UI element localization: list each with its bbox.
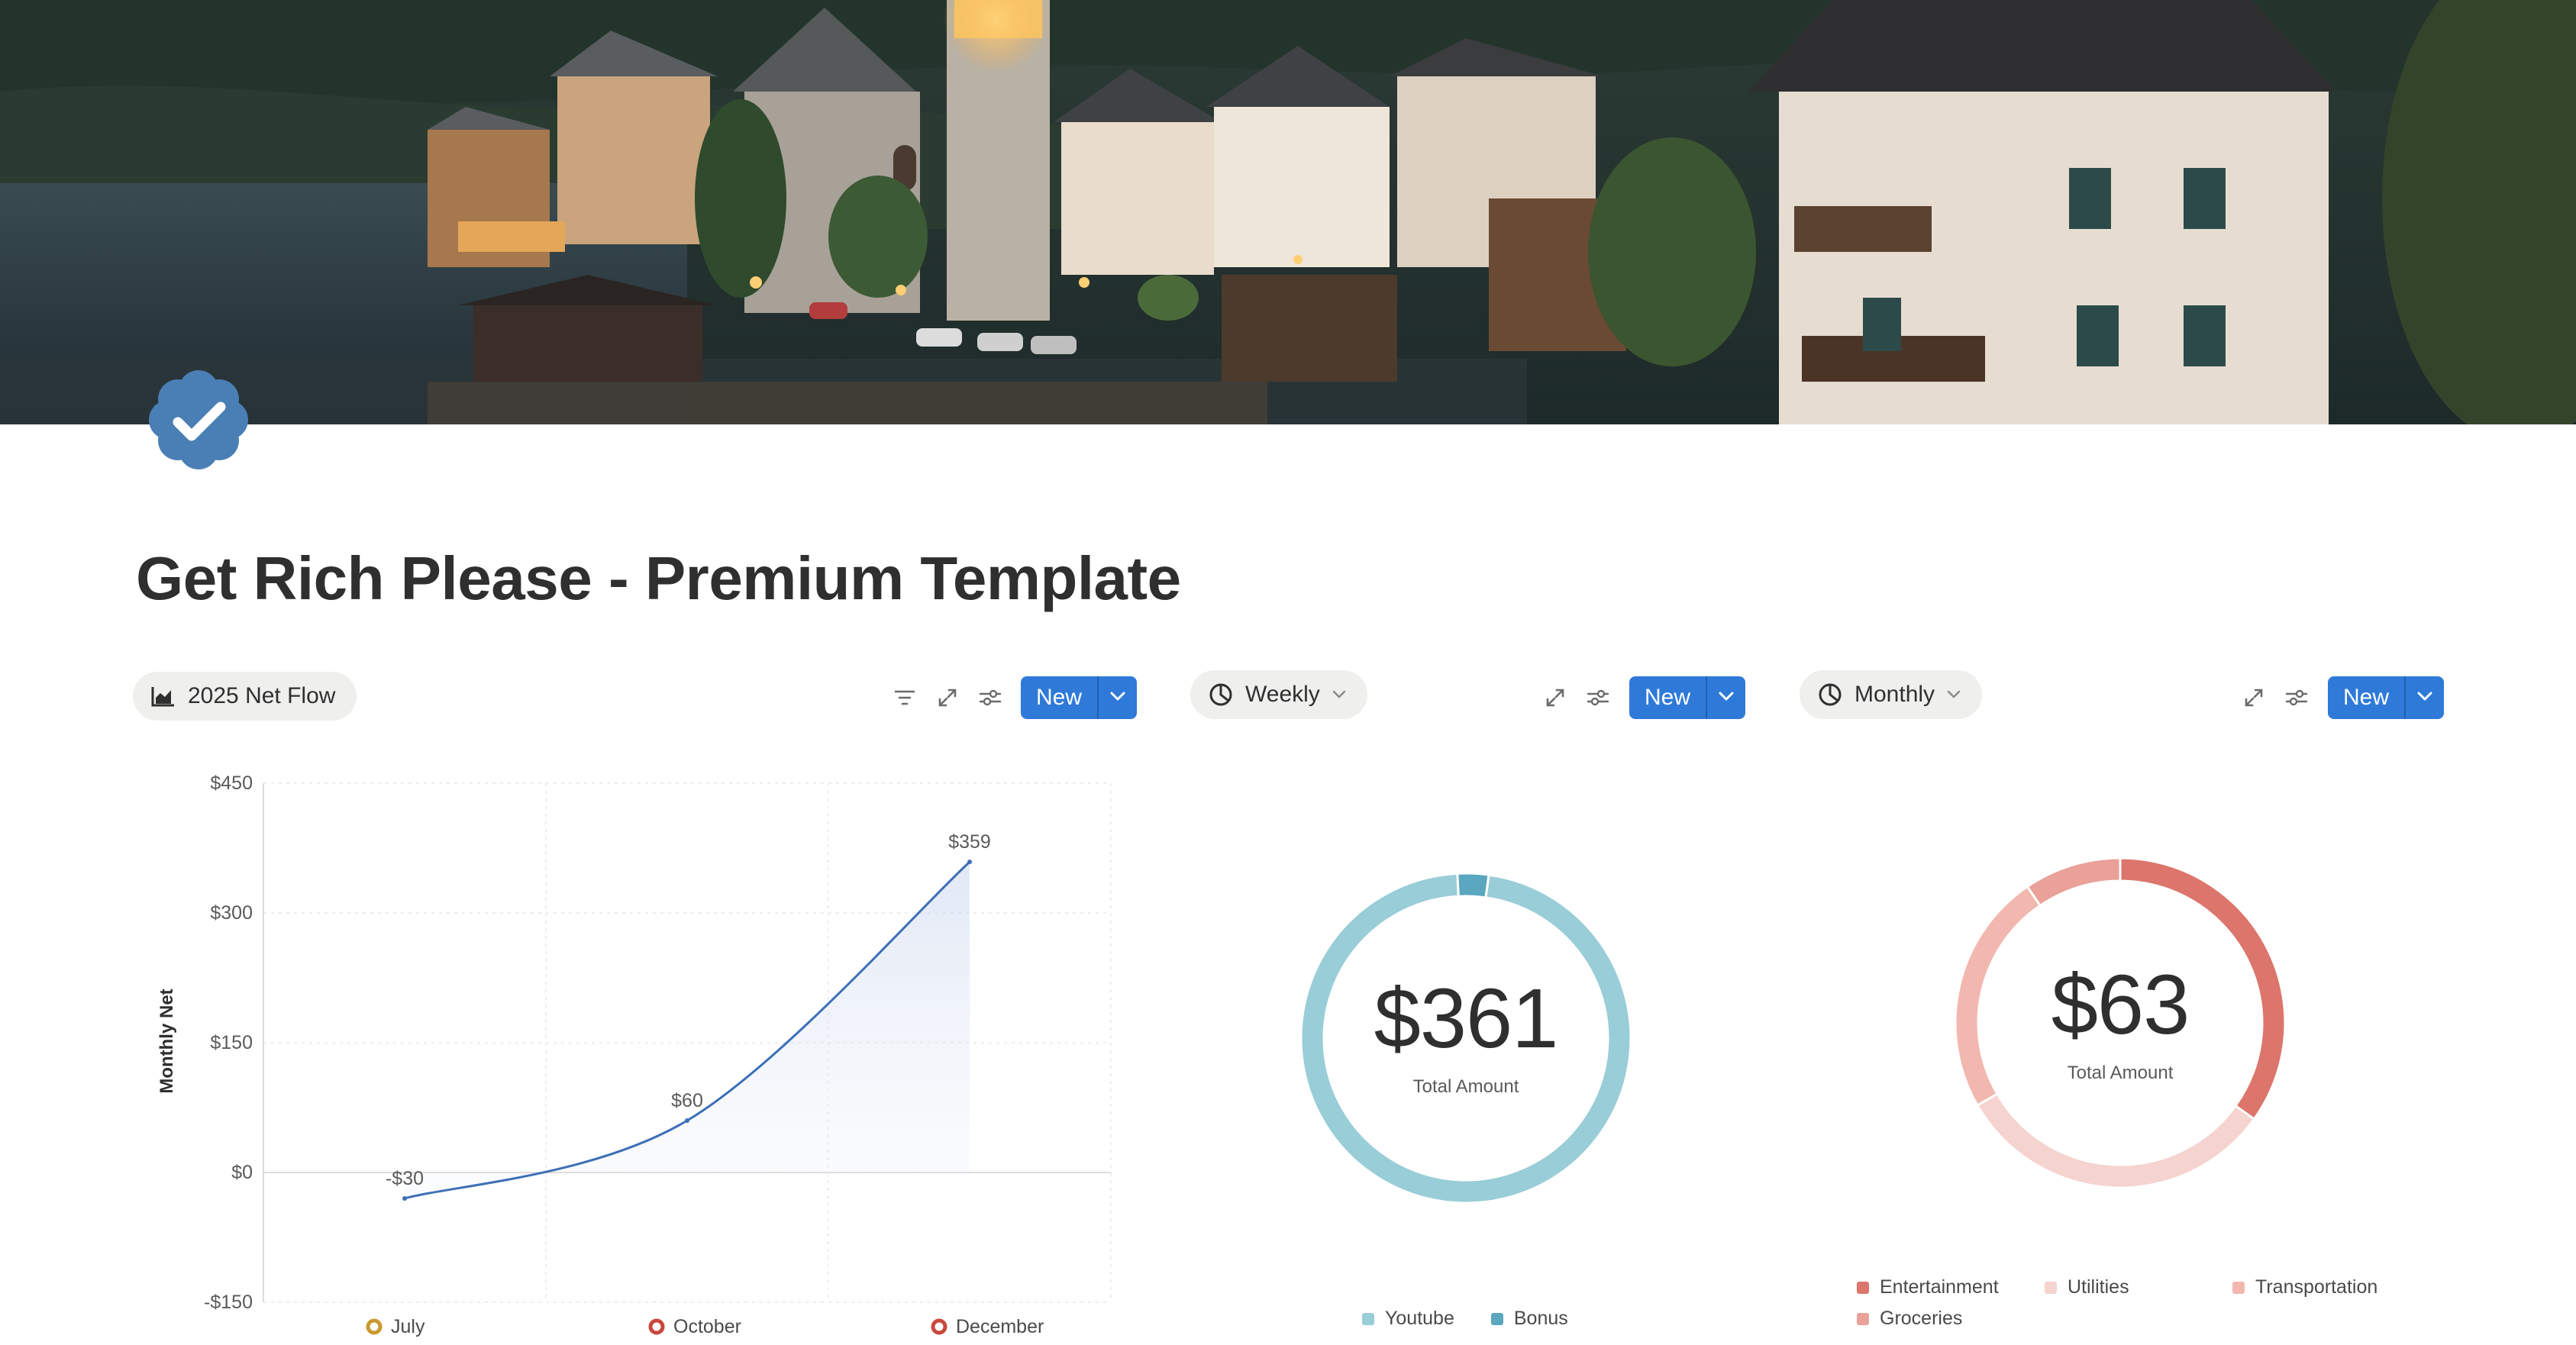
category-marker (366, 1318, 383, 1335)
legend-swatch (2232, 1281, 2245, 1294)
new-button[interactable]: New (1629, 676, 1706, 719)
expand-icon[interactable] (1540, 682, 1570, 713)
legend-item[interactable]: Groceries (1857, 1308, 2045, 1330)
legend-swatch (1857, 1281, 1869, 1294)
weekly-total: $361 Total Amount (1313, 977, 1619, 1098)
legend-label: Bonus (1513, 1308, 1568, 1329)
settings-sliders-icon[interactable] (2281, 682, 2312, 713)
data-label: $359 (948, 831, 991, 853)
data-label: -$30 (386, 1168, 424, 1189)
tab-2025-net-flow[interactable]: 2025 Net Flow (133, 672, 357, 721)
legend-item[interactable]: Entertainment (1857, 1276, 2045, 1298)
new-button-group: New (1021, 676, 1138, 719)
monthly-legend: Entertainment Utilities Transportation Groc… (1857, 1276, 2422, 1330)
tab-weekly[interactable]: Weekly (1190, 670, 1367, 719)
donut-slice-groceries[interactable] (2026, 856, 2122, 908)
y-tick-label: $150 (210, 1032, 253, 1053)
total-amount-value: $63 (2051, 958, 2190, 1052)
line-chart-icon (151, 685, 176, 707)
data-point[interactable] (402, 1196, 407, 1201)
legend-item[interactable]: Youtube (1362, 1308, 1454, 1330)
category-marker (648, 1318, 665, 1335)
legend-item[interactable]: Bonus (1490, 1308, 1568, 1330)
donut-slice-utilities[interactable] (1975, 1092, 2256, 1189)
chevron-down-icon (2416, 691, 2433, 705)
legend-swatch (1362, 1312, 1374, 1325)
monthly-total: $63 Total Amount (1968, 963, 2273, 1084)
y-tick-label: $0 (231, 1162, 253, 1183)
total-amount-value: $361 (1374, 972, 1559, 1066)
tab-label: Monthly (1855, 682, 1935, 707)
pie-chart-icon (1818, 682, 1842, 707)
page-title[interactable]: Get Rich Please - Premium Template (136, 543, 1181, 614)
x-category-label: October (673, 1316, 741, 1337)
expand-icon[interactable] (932, 682, 963, 713)
settings-sliders-icon[interactable] (1583, 682, 1613, 713)
data-label: $60 (671, 1090, 703, 1111)
chevron-down-icon (1718, 691, 1735, 705)
legend-label: Transportation (2255, 1276, 2378, 1298)
legend-item[interactable]: Utilities (2045, 1276, 2232, 1298)
new-options-button[interactable] (2404, 676, 2445, 719)
x-category-label: December (956, 1316, 1044, 1337)
data-point[interactable] (967, 860, 972, 865)
y-tick-label: $300 (210, 902, 253, 924)
category-marker (931, 1318, 947, 1335)
new-button[interactable]: New (2328, 676, 2405, 719)
data-point[interactable] (685, 1118, 689, 1123)
expand-icon[interactable] (2239, 682, 2269, 713)
legend-label: Groceries (1880, 1308, 1963, 1329)
new-options-button[interactable] (1706, 676, 1746, 719)
legend-item[interactable]: Transportation (2232, 1276, 2420, 1298)
legend-label: Entertainment (1880, 1276, 1999, 1298)
legend-label: Youtube (1385, 1308, 1454, 1329)
weekly-legend: Youtube Bonus (1362, 1308, 1568, 1330)
donut-slice-bonus[interactable] (1456, 872, 1490, 899)
chevron-down-icon (1109, 691, 1126, 705)
new-options-button[interactable] (1097, 676, 1138, 719)
tab-label: Weekly (1245, 682, 1320, 707)
y-tick-label: -$150 (204, 1292, 253, 1313)
new-button-group: New (2328, 676, 2445, 719)
y-tick-label: $450 (210, 772, 253, 794)
legend-swatch (2045, 1281, 2057, 1294)
verified-badge-icon[interactable] (147, 369, 250, 471)
pie-chart-icon (1209, 682, 1233, 707)
settings-sliders-icon[interactable] (975, 682, 1006, 713)
legend-label: Utilities (2068, 1276, 2129, 1298)
chevron-down-icon (1947, 690, 1961, 699)
legend-swatch (1857, 1312, 1869, 1325)
page-cover-image[interactable] (0, 0, 2576, 424)
x-category-label: July (391, 1316, 425, 1337)
filter-icon[interactable] (889, 682, 920, 713)
total-amount-caption: Total Amount (2067, 1063, 2174, 1083)
tab-monthly[interactable]: Monthly (1800, 670, 1983, 719)
total-amount-caption: Total Amount (1412, 1076, 1519, 1097)
chevron-down-icon (1332, 690, 1346, 699)
legend-swatch (1490, 1312, 1503, 1325)
tab-label: 2025 Net Flow (188, 683, 336, 708)
net-flow-line-chart: $450 $300 $150 $0 -$150 -$30 $60 $359 July Octo… (157, 772, 1112, 1337)
new-button[interactable]: New (1021, 676, 1098, 719)
y-axis-label: Monthly Net (157, 989, 177, 1093)
new-button-group: New (1629, 676, 1746, 719)
